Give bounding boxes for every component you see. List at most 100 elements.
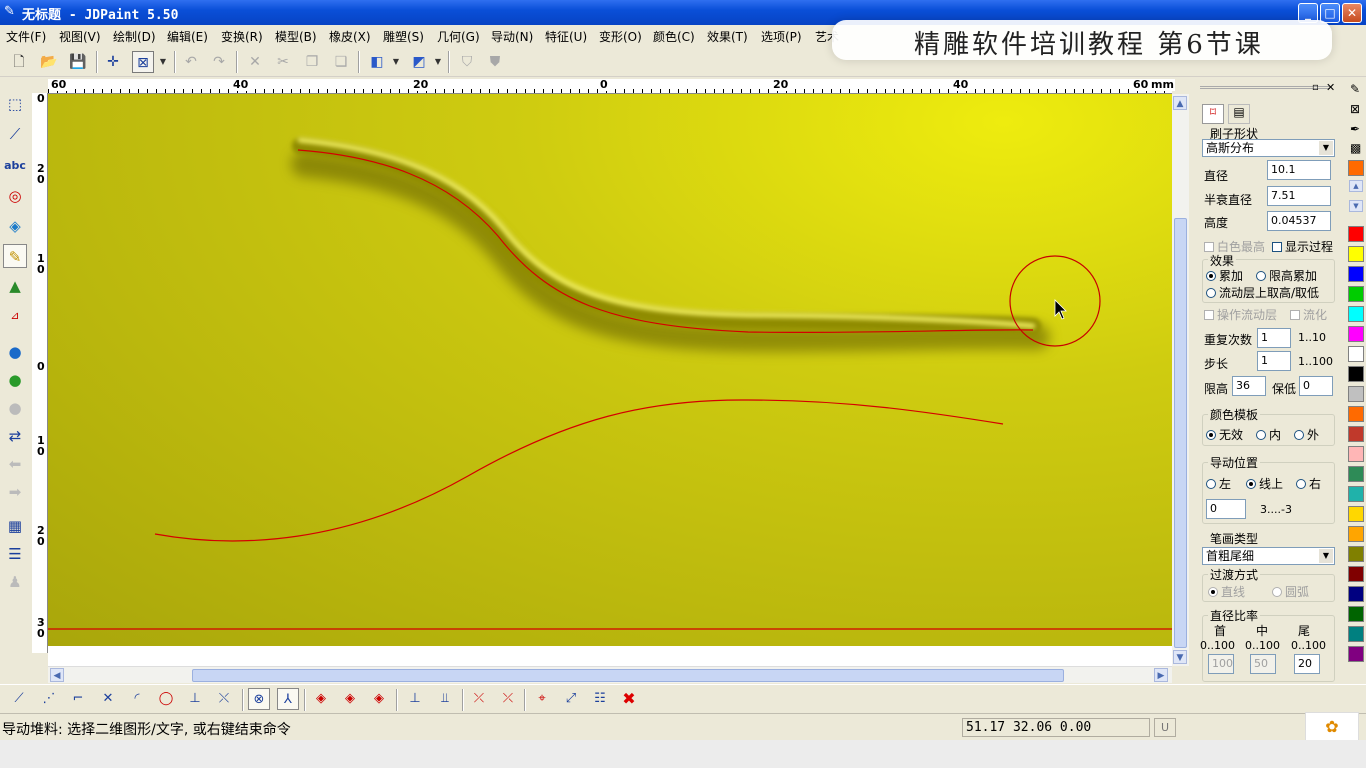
color-swatch[interactable]	[1348, 546, 1364, 562]
horizontal-scroll-thumb[interactable]	[192, 669, 1064, 682]
color-swatch[interactable]	[1348, 566, 1364, 582]
arc-icon[interactable]: ◜	[126, 688, 148, 710]
new-file-icon[interactable]: 🗋	[8, 51, 30, 73]
ratio-mid-field[interactable]: 50	[1250, 654, 1276, 674]
menu-feature[interactable]: 特征(U)	[545, 28, 587, 45]
brush-shape-select[interactable]: 高斯分布 ▼	[1202, 139, 1335, 157]
scroll-right-icon[interactable]: ▶	[1154, 668, 1168, 682]
cut-icon[interactable]: ✕	[244, 51, 266, 73]
arrow-left-icon[interactable]: ⬅	[3, 452, 27, 476]
vertical-scroll-thumb[interactable]	[1174, 218, 1187, 648]
color-swatch[interactable]	[1348, 326, 1364, 342]
menu-view[interactable]: 视图(V)	[59, 28, 101, 45]
bulb-green-icon[interactable]: ●	[3, 368, 27, 392]
step-field[interactable]: 1	[1257, 351, 1291, 371]
height-field[interactable]: 0.04537	[1267, 211, 1331, 231]
bulb-gray-icon[interactable]: ●	[3, 396, 27, 420]
polyline-tool-icon[interactable]: ⟋	[3, 122, 27, 146]
mound-tool-icon[interactable]: ▲	[3, 274, 27, 298]
select-nodes-icon[interactable]: ⬚	[3, 92, 27, 116]
gp-left-radio[interactable]: 左	[1206, 475, 1231, 492]
layers-icon[interactable]: ▦	[3, 514, 27, 538]
color-swatch[interactable]	[1348, 406, 1364, 422]
gp-right-radio[interactable]: 右	[1296, 475, 1321, 492]
chevron-down-icon[interactable]: ▼	[390, 51, 402, 73]
panel-restore-icon[interactable]: ▫	[1312, 82, 1319, 93]
stamp-icon[interactable]: ♟	[3, 570, 27, 594]
vertical-scrollbar[interactable]: ▲ ▼	[1172, 94, 1189, 666]
tangent-icon[interactable]: ⤬	[213, 688, 235, 710]
cross-icon[interactable]: ✕	[97, 688, 119, 710]
color-swatch[interactable]	[1348, 266, 1364, 282]
diamond2-icon[interactable]: ◈	[339, 688, 361, 710]
menu-transform[interactable]: 变换(R)	[221, 28, 263, 45]
perpendicular-icon[interactable]: ⊥	[184, 688, 206, 710]
color-swatch[interactable]	[1348, 306, 1364, 322]
delete-node2-icon[interactable]: ⤫	[497, 688, 519, 710]
scroll-down-icon[interactable]: ▼	[1173, 650, 1187, 664]
color-swatch[interactable]	[1348, 646, 1364, 662]
corner-icon[interactable]: ⌐	[67, 688, 89, 710]
menu-file[interactable]: 文件(F)	[6, 28, 46, 45]
chevron-down-icon[interactable]: ▼	[432, 51, 444, 73]
menu-eraser[interactable]: 橡皮(X)	[329, 28, 371, 45]
edit-node-icon[interactable]: ⤢	[560, 688, 582, 710]
cube-front-icon[interactable]: ◩	[408, 51, 430, 73]
brush-tool-icon[interactable]: ✎	[3, 244, 27, 268]
cancel-icon[interactable]: ✖	[618, 688, 640, 710]
op-flow-layer-checkbox[interactable]: 操作流动层	[1204, 306, 1277, 323]
color-swatch[interactable]	[1348, 466, 1364, 482]
guide-offset-field[interactable]: 0	[1206, 499, 1246, 519]
circle-icon[interactable]: ◯	[155, 688, 177, 710]
drawing-canvas[interactable]	[48, 94, 1172, 646]
color-swatch[interactable]	[1348, 446, 1364, 462]
relief-mask-icon[interactable]: ⛉	[456, 51, 478, 73]
half-decay-field[interactable]: 7.51	[1267, 186, 1331, 206]
gp-online-radio[interactable]: 线上	[1246, 475, 1283, 492]
cube-view-icon[interactable]: ◧	[366, 51, 388, 73]
effect-add-radio[interactable]: 累加	[1206, 267, 1243, 284]
scroll-left-icon[interactable]: ◀	[50, 668, 64, 682]
color-swatch[interactable]	[1348, 506, 1364, 522]
measure-tool-icon[interactable]: ⊿	[3, 304, 27, 328]
ratio-tail-field[interactable]: 20	[1294, 654, 1320, 674]
stroke-type-select[interactable]: 首粗尾细 ▼	[1202, 547, 1335, 565]
page-tab-icon[interactable]: ▤	[1228, 104, 1250, 124]
color-swatch[interactable]	[1348, 286, 1364, 302]
ct-inner-radio[interactable]: 内	[1256, 426, 1281, 443]
menu-color[interactable]: 颜色(C)	[653, 28, 695, 45]
menu-edit[interactable]: 编辑(E)	[167, 28, 208, 45]
diamond-icon[interactable]: ◈	[310, 688, 332, 710]
relief-shield-icon[interactable]: ⛊	[484, 51, 506, 73]
eyedropper-icon[interactable]: ✒	[1350, 122, 1360, 136]
flow-checkbox[interactable]: 流化	[1290, 306, 1327, 323]
color-swatch[interactable]	[1348, 586, 1364, 602]
color-swatch[interactable]	[1348, 386, 1364, 402]
diameter-field[interactable]: 10.1	[1267, 160, 1331, 180]
color-swatch[interactable]	[1348, 426, 1364, 442]
layer-up-icon[interactable]: ⊥	[404, 688, 426, 710]
palette-scroll-up-icon[interactable]: ▲	[1349, 180, 1363, 192]
effect-limit-add-radio[interactable]: 限高累加	[1256, 267, 1317, 284]
palette-scroll-down-icon[interactable]: ▼	[1349, 200, 1363, 212]
fill-tool-icon[interactable]: ◈	[3, 214, 27, 238]
ct-none-radio[interactable]: 无效	[1206, 426, 1243, 443]
brush-tab-icon[interactable]: ⌑	[1202, 104, 1224, 124]
menu-model[interactable]: 模型(B)	[275, 28, 317, 45]
panel-close-icon[interactable]: ✕	[1326, 81, 1335, 94]
scroll-up-icon[interactable]: ▲	[1173, 96, 1187, 110]
copy-icon[interactable]: ❐	[301, 51, 323, 73]
color-swatch[interactable]	[1348, 626, 1364, 642]
paste-icon[interactable]: ❏	[330, 51, 352, 73]
guide-curve-lower[interactable]	[154, 399, 1004, 542]
unit-toggle-button[interactable]: U	[1154, 718, 1176, 737]
color-swatch[interactable]	[1348, 606, 1364, 622]
menu-effect[interactable]: 效果(T)	[707, 28, 748, 45]
pattern-icon[interactable]: ▩	[1350, 141, 1361, 155]
ratio-head-field[interactable]: 100	[1208, 654, 1234, 674]
text-tool-icon[interactable]: abc	[3, 154, 27, 178]
effect-flow-radio[interactable]: 流动层上取高/取低	[1206, 284, 1319, 301]
menu-geometry[interactable]: 几何(G)	[437, 28, 480, 45]
list-icon[interactable]: ☷	[589, 688, 611, 710]
keep-low-field[interactable]: 0	[1299, 376, 1333, 396]
